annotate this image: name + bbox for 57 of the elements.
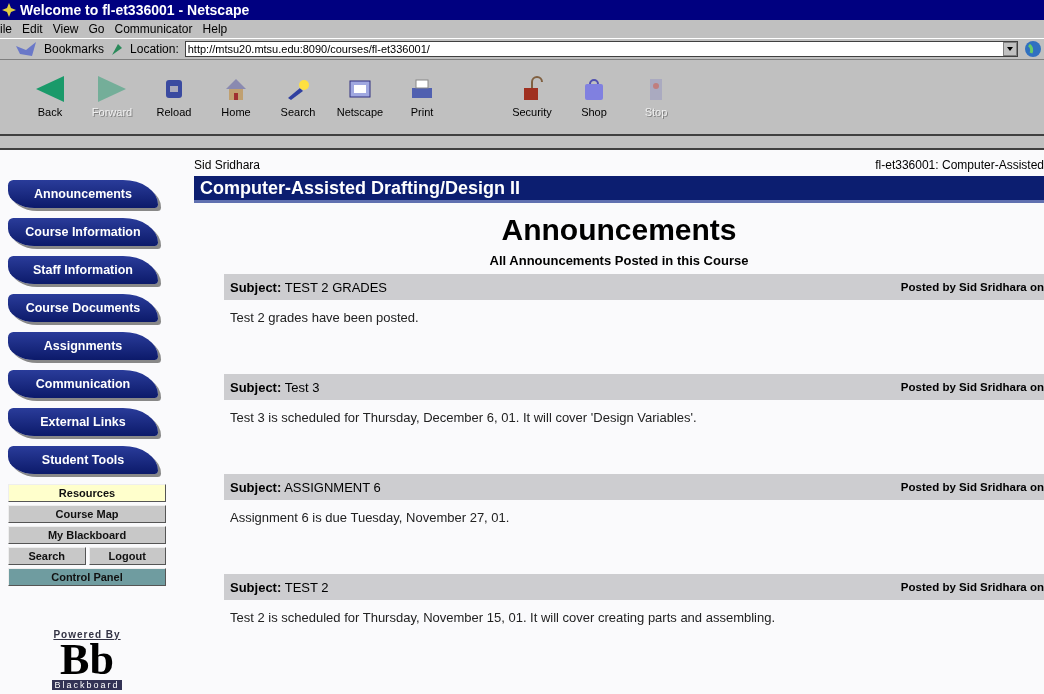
logo-name: Blackboard — [52, 680, 122, 690]
announcement-text: Test 2 grades have been posted. — [229, 309, 420, 325]
course-title: Computer-Assisted Drafting/Design II — [194, 176, 1044, 203]
announcement-text: Test 3 is scheduled for Thursday, December 6, 01. It will cover 'Design Variables'. — [229, 409, 698, 425]
subject: Subject: TEST 2 GRADES — [230, 279, 388, 295]
location-label: Location: — [130, 42, 179, 56]
logo-letters: Bb — [60, 640, 114, 680]
nav-tab[interactable]: Announcements — [8, 180, 158, 208]
menu-item[interactable]: View — [52, 22, 79, 36]
nav-link[interactable]: Resources — [8, 484, 166, 502]
menu-item[interactable]: Go — [88, 22, 105, 36]
nav-tab[interactable]: Assignments — [8, 332, 158, 360]
menu-item[interactable]: Communicator — [114, 22, 193, 36]
course-id: fl-et336001: Computer-Assisted — [875, 158, 1044, 174]
nav-link[interactable]: Logout — [88, 547, 166, 565]
left-arrow-icon — [36, 76, 64, 102]
nav-link[interactable]: Control Panel — [8, 568, 166, 586]
menu-item[interactable]: Help — [202, 22, 228, 36]
subject: Subject: ASSIGNMENT 6 — [230, 479, 381, 495]
bookmarks-button[interactable]: Bookmarks — [44, 42, 105, 56]
toolbar-button[interactable]: Netscape — [330, 67, 390, 127]
nav-tab[interactable]: Staff Information — [8, 256, 158, 284]
toolbar-button[interactable]: Search — [268, 67, 328, 127]
toolbar-button[interactable]: Security — [502, 67, 562, 127]
nav-tab[interactable]: Student Tools — [8, 446, 158, 474]
nav-tab[interactable]: External Links — [8, 408, 158, 436]
nav-tab[interactable]: Course Documents — [8, 294, 158, 322]
dropdown-icon[interactable] — [1003, 42, 1017, 56]
toolbar-button[interactable]: Reload — [144, 67, 204, 127]
menu-item[interactable]: ile — [0, 22, 12, 36]
announcement-text: Assignment 6 is due Tuesday, November 27, 01. — [229, 509, 511, 525]
user-name: Sid Sridhara — [194, 158, 261, 174]
subject: Subject: Test 3 — [230, 379, 320, 395]
posted-by: Posted by Sid Sridhara on — [900, 281, 1044, 293]
page-heading: Announcements — [500, 213, 738, 247]
nav-tab[interactable]: Course Information — [8, 218, 158, 246]
toolbar-button[interactable]: Shop — [564, 67, 624, 127]
globe-icon[interactable] — [1024, 40, 1044, 58]
announcement-text: Test 2 is scheduled for Thursday, November 15, 01. It will cover creating parts and assembling. — [229, 609, 777, 625]
page-subheading: All Announcements Posted in this Course — [488, 253, 750, 268]
posted-by: Posted by Sid Sridhara on — [900, 481, 1044, 493]
subject: Subject: TEST 2 — [230, 579, 329, 595]
toolbar-button[interactable]: Back — [20, 67, 80, 127]
right-arrow-icon — [98, 76, 126, 102]
star-icon — [2, 3, 16, 17]
toolbar-button[interactable]: Home — [206, 67, 266, 127]
url-field[interactable]: http://mtsu20.mtsu.edu:8090/courses/fl-et336001/ — [184, 41, 1018, 57]
posted-by: Posted by Sid Sridhara on — [900, 581, 1044, 593]
logo-caption: Powered By — [53, 629, 121, 640]
nav-link[interactable]: Course Map — [8, 505, 166, 523]
toolbar-button[interactable]: Print — [392, 67, 452, 127]
menu-item[interactable]: Edit — [22, 22, 43, 36]
nav-link[interactable]: My Blackboard — [8, 526, 166, 544]
posted-by: Posted by Sid Sridhara on — [900, 381, 1044, 393]
window-title: Welcome to fl-et336001 - Netscape — [20, 2, 250, 18]
nav-tab[interactable]: Communication — [8, 370, 158, 398]
nav-link[interactable]: Search — [8, 547, 86, 565]
